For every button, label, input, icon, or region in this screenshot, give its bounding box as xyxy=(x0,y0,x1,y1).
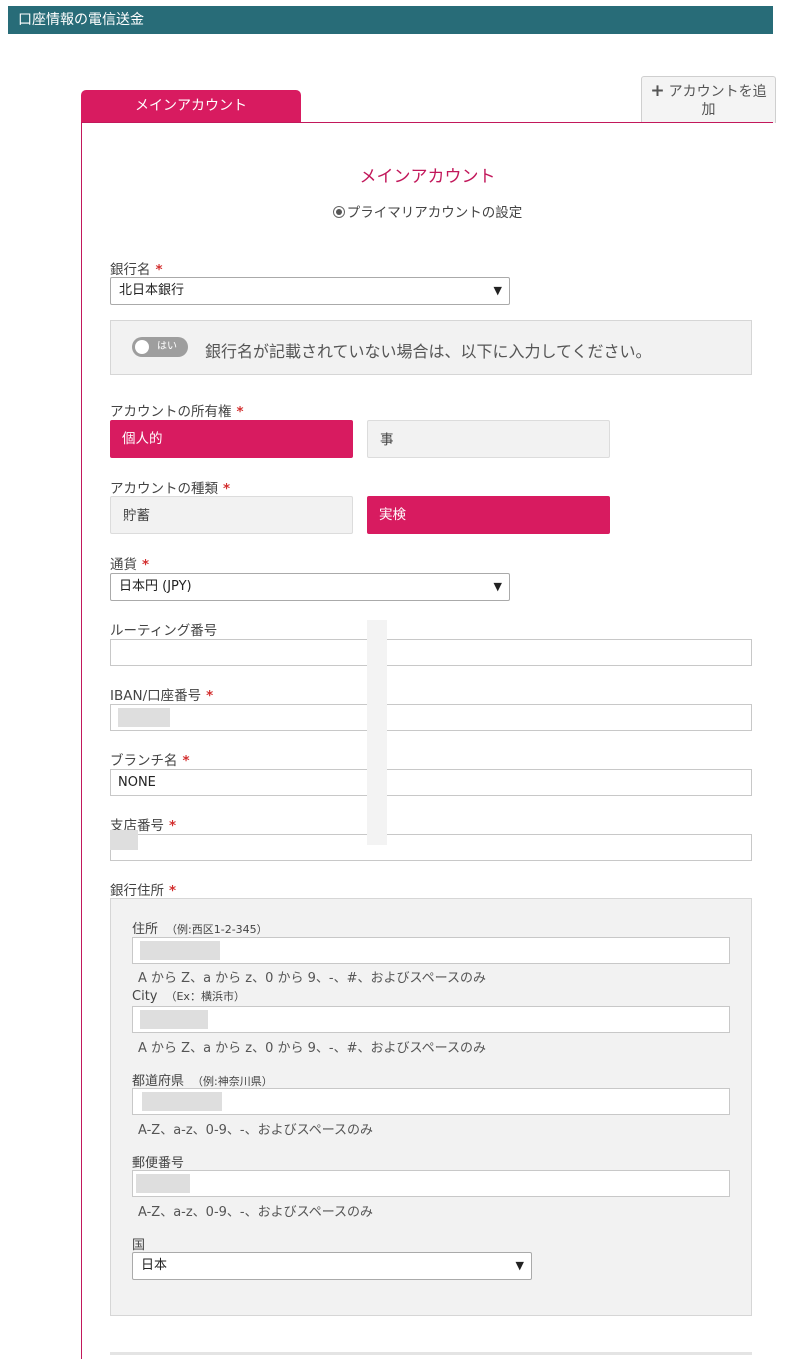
required-icon: * xyxy=(155,262,163,278)
routing-number-input[interactable] xyxy=(110,639,752,666)
redacted-block xyxy=(110,830,138,850)
currency-label: 通貨 * xyxy=(110,557,150,573)
bank-name-label: 銀行名 * xyxy=(110,262,163,278)
divider xyxy=(110,1352,752,1355)
street-hint: A から Z、a から z、0 から 9、-、#、およびスペースのみ xyxy=(138,971,486,986)
plus-icon: + xyxy=(650,81,665,101)
primary-account-option[interactable]: プライマリアカウントの設定 xyxy=(82,201,773,221)
bank-address-label: 銀行住所 * xyxy=(110,883,177,899)
panel-border-left xyxy=(81,122,82,1359)
toggle-label: はい xyxy=(157,341,177,352)
iban-label: IBAN/口座番号 * xyxy=(110,688,214,704)
radio-icon[interactable] xyxy=(332,206,345,218)
chevron-down-icon: ▼ xyxy=(493,580,502,593)
postal-code-hint: A-Z、a-z、0-9、-、およびスペースのみ xyxy=(138,1205,374,1220)
required-icon: * xyxy=(206,688,214,704)
bank-not-listed-message: 銀行名が記載されていない場合は、以下に入力してください。 xyxy=(205,342,652,361)
account-type-label: アカウントの種類 * xyxy=(110,481,231,497)
street-input[interactable] xyxy=(132,937,730,964)
page-header: 口座情報の電信送金 xyxy=(8,6,773,34)
required-icon: * xyxy=(142,557,150,573)
bank-not-listed-toggle[interactable]: はい xyxy=(132,337,188,357)
required-icon: * xyxy=(182,753,190,769)
chevron-down-icon: ▼ xyxy=(515,1259,524,1272)
primary-account-label: プライマリアカウントの設定 xyxy=(346,205,523,221)
country-label: 国 xyxy=(132,1238,146,1253)
bank-not-listed-box: はい 銀行名が記載されていない場合は、以下に入力してください。 xyxy=(110,320,752,375)
bank-name-select[interactable]: 北日本銀行 ▼ xyxy=(110,277,510,305)
street-label: 住所 （例:西区1-2-345） xyxy=(132,922,268,937)
postal-code-label: 郵便番号 xyxy=(132,1156,185,1171)
chevron-down-icon: ▼ xyxy=(493,284,502,297)
ownership-personal-button[interactable]: 個人的 xyxy=(110,420,353,458)
redacted-block xyxy=(142,1092,222,1111)
city-label: City （Ex：横浜市） xyxy=(132,989,245,1004)
postal-code-input[interactable] xyxy=(132,1170,730,1197)
prefecture-label: 都道府県 （例:神奈川県） xyxy=(132,1074,273,1089)
ownership-label: アカウントの所有権 * xyxy=(110,404,244,420)
branch-number-input[interactable] xyxy=(110,834,752,861)
currency-select[interactable]: 日本円 (JPY) ▼ xyxy=(110,573,510,601)
iban-input[interactable] xyxy=(110,704,752,731)
account-type-savings-button[interactable]: 貯蓄 xyxy=(110,496,353,534)
required-icon: * xyxy=(169,883,177,899)
city-hint: A から Z、a から z、0 から 9、-、#、およびスペースのみ xyxy=(138,1041,486,1056)
redacted-block xyxy=(140,941,220,960)
ownership-business-button[interactable]: 事 xyxy=(367,420,610,458)
account-title: メインアカウント xyxy=(359,167,496,187)
required-icon: * xyxy=(223,481,231,497)
tab-main-account[interactable]: メインアカウント xyxy=(81,90,301,123)
city-input[interactable] xyxy=(132,1006,730,1033)
routing-number-label: ルーティング番号 xyxy=(110,623,218,639)
panel-border xyxy=(81,122,773,123)
branch-name-input[interactable]: NONE xyxy=(110,769,752,796)
add-account-label: アカウントを追加 xyxy=(668,84,767,118)
redacted-block xyxy=(367,620,387,845)
account-type-checking-button[interactable]: 実検 xyxy=(367,496,610,534)
redacted-block xyxy=(118,708,170,727)
required-icon: * xyxy=(169,818,177,834)
redacted-block xyxy=(140,1010,208,1029)
required-icon: * xyxy=(236,404,244,420)
redacted-block xyxy=(136,1174,190,1193)
prefecture-hint: A-Z、a-z、0-9、-、およびスペースのみ xyxy=(138,1123,374,1138)
branch-name-label: ブランチ名 * xyxy=(110,753,190,769)
add-account-tab[interactable]: + アカウントを追加 xyxy=(641,76,776,123)
country-select[interactable]: 日本 ▼ xyxy=(132,1252,532,1280)
toggle-knob xyxy=(135,340,149,354)
